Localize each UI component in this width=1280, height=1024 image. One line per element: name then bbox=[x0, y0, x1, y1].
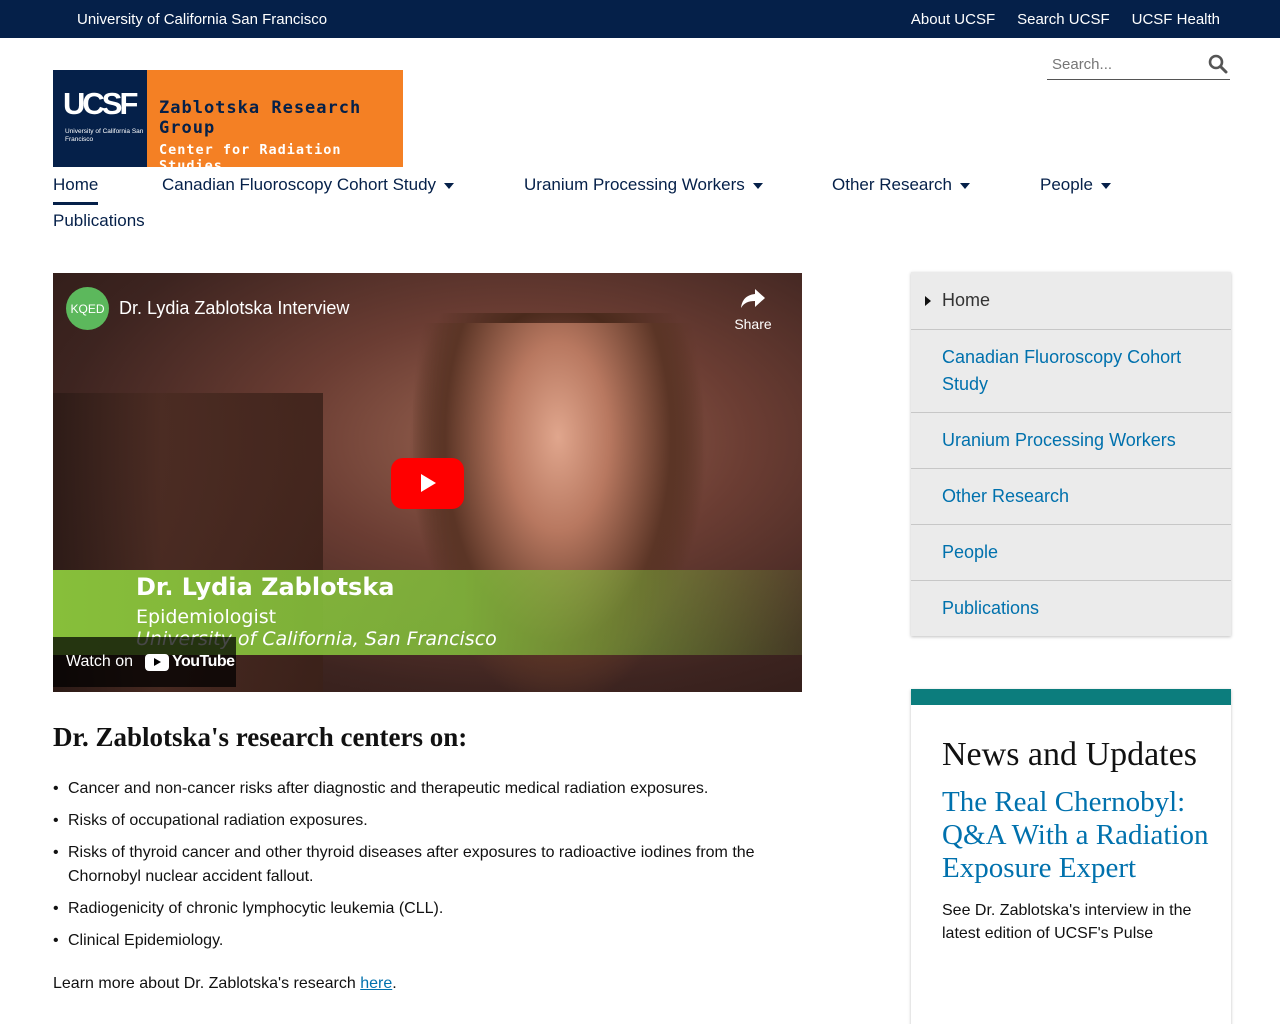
learn-more-link[interactable]: here bbox=[360, 975, 392, 992]
nav-people[interactable]: People bbox=[1040, 175, 1111, 195]
nav-other-research[interactable]: Other Research bbox=[832, 175, 970, 195]
group-subtitle: Center for Radiation Studies bbox=[159, 142, 342, 174]
learn-more-prefix: Learn more about Dr. Zablotska's researc… bbox=[53, 975, 361, 992]
youtube-wordmark: YouTube bbox=[172, 653, 235, 670]
news-card: News and Updates The Real Chernobyl: Q&A… bbox=[911, 689, 1231, 1024]
search-icon[interactable] bbox=[1208, 54, 1228, 74]
video-embed[interactable]: Dr. Lydia Zablotska Epidemiologist Unive… bbox=[53, 273, 802, 692]
list-item: Radiogenicity of chronic lymphocytic leu… bbox=[53, 897, 813, 921]
share-label: Share bbox=[734, 316, 772, 332]
ucsf-logo-subtitle: University of California San Francisco bbox=[65, 128, 144, 143]
nav-label: People bbox=[1040, 175, 1093, 194]
share-icon bbox=[741, 289, 765, 308]
watch-on-label: Watch on bbox=[66, 653, 133, 670]
caret-down-icon bbox=[752, 182, 763, 189]
nav-publications[interactable]: Publications bbox=[53, 211, 145, 231]
news-article-summary: See Dr. Zablotska's interview in the lat… bbox=[942, 902, 1192, 942]
play-button[interactable] bbox=[391, 458, 464, 509]
learn-more-suffix: . bbox=[392, 975, 397, 992]
sidebar-item-canadian-fluoroscopy[interactable]: Canadian Fluoroscopy Cohort Study bbox=[911, 330, 1231, 413]
share-button[interactable]: Share bbox=[731, 287, 775, 332]
site-search bbox=[1047, 50, 1230, 80]
top-utility-bar: University of California San Francisco A… bbox=[0, 0, 1280, 38]
sidebar-item-other-research[interactable]: Other Research bbox=[911, 469, 1231, 525]
search-input[interactable] bbox=[1052, 56, 1202, 73]
learn-more-text: Learn more about Dr. Zablotska's researc… bbox=[53, 975, 397, 993]
ucsf-wordmark: UCSF bbox=[63, 86, 138, 121]
channel-avatar[interactable]: KQED bbox=[66, 287, 109, 330]
nav-canadian-fluoroscopy[interactable]: Canadian Fluoroscopy Cohort Study bbox=[162, 175, 455, 195]
caret-right-icon bbox=[925, 296, 931, 306]
sidebar-item-publications[interactable]: Publications bbox=[911, 581, 1231, 636]
youtube-logo: YouTube bbox=[145, 653, 235, 671]
watch-on-youtube-button[interactable]: Watch on YouTube bbox=[53, 637, 236, 687]
research-list: Cancer and non-cancer risks after diagno… bbox=[53, 777, 813, 961]
ucsf-logo-mark: UCSF University of California San Franci… bbox=[53, 70, 147, 167]
list-item: Risks of thyroid cancer and other thyroi… bbox=[53, 841, 813, 889]
caret-down-icon bbox=[960, 182, 970, 189]
news-heading: News and Updates bbox=[942, 736, 1197, 773]
lower-third-role: Epidemiologist bbox=[136, 606, 277, 628]
sidebar-item-label: Home bbox=[942, 290, 991, 310]
nav-label: Other Research bbox=[832, 175, 952, 194]
university-name-link[interactable]: University of California San Francisco bbox=[77, 11, 327, 28]
list-item: Clinical Epidemiology. bbox=[53, 929, 813, 953]
caret-down-icon bbox=[1100, 182, 1111, 189]
nav-label: Uranium Processing Workers bbox=[524, 175, 745, 194]
news-article-link[interactable]: The Real Chernobyl: Q&A With a Radiation… bbox=[942, 786, 1211, 885]
nav-uranium-processing[interactable]: Uranium Processing Workers bbox=[524, 175, 763, 195]
sidebar-item-home[interactable]: Home bbox=[911, 272, 1231, 330]
group-name: Zablotska Research Group bbox=[159, 98, 362, 138]
lower-third-name: Dr. Lydia Zablotska bbox=[136, 573, 395, 601]
video-title[interactable]: Dr. Lydia Zablotska Interview bbox=[119, 298, 349, 319]
youtube-play-icon bbox=[145, 653, 169, 671]
nav-home[interactable]: Home bbox=[53, 175, 99, 205]
nav-label: Canadian Fluoroscopy Cohort Study bbox=[162, 175, 437, 194]
search-ucsf-link[interactable]: Search UCSF bbox=[1017, 11, 1110, 28]
sidebar-item-uranium-processing[interactable]: Uranium Processing Workers bbox=[911, 413, 1231, 469]
about-ucsf-link[interactable]: About UCSF bbox=[911, 11, 995, 28]
caret-down-icon bbox=[444, 182, 455, 189]
list-item: Cancer and non-cancer risks after diagno… bbox=[53, 777, 813, 801]
sidebar-menu: Home Canadian Fluoroscopy Cohort Study U… bbox=[911, 272, 1231, 636]
utility-links: About UCSF Search UCSF UCSF Health bbox=[911, 11, 1220, 28]
research-heading: Dr. Zablotska's research centers on: bbox=[53, 722, 468, 752]
ucsf-health-link[interactable]: UCSF Health bbox=[1132, 11, 1220, 28]
sidebar-item-people[interactable]: People bbox=[911, 525, 1231, 581]
list-item: Risks of occupational radiation exposure… bbox=[53, 809, 813, 833]
group-logo-text: Zablotska Research Group Center for Radi… bbox=[147, 70, 403, 174]
site-logo[interactable]: UCSF University of California San Franci… bbox=[53, 70, 403, 174]
